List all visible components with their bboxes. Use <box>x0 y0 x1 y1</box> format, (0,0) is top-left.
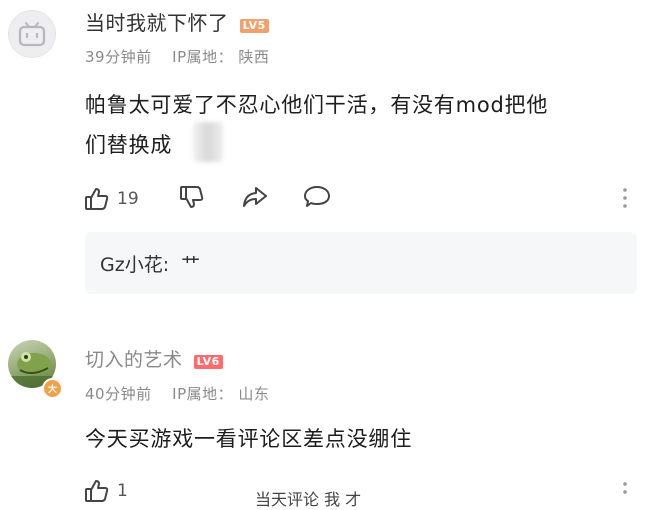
thumbs-up-icon <box>85 480 109 502</box>
comment-header: 切入的艺术 LV6 <box>85 345 223 372</box>
reply-text: 艹 <box>181 254 201 276</box>
reply-item: Gz小花: 艹 <box>100 250 200 277</box>
level-badge: LV5 <box>239 18 269 33</box>
like-count: 19 <box>117 189 139 209</box>
ip-location: 陕西 <box>238 48 270 66</box>
more-vertical-icon <box>623 188 627 208</box>
like-button[interactable]: 1 <box>84 478 128 504</box>
comment-line: 们替换成人 <box>85 125 548 165</box>
user-avatar[interactable] <box>8 10 56 58</box>
thumbs-up-icon <box>85 188 109 210</box>
comment-text: 们替换成 <box>85 133 173 157</box>
ip-label: IP属地： <box>172 385 234 403</box>
thumbs-down-icon <box>179 186 203 208</box>
dislike-button[interactable] <box>179 184 205 214</box>
comment-content: 帕鲁太可爱了不忍心他们干活，有没有mod把他 们替换成人 <box>85 85 548 165</box>
reply-button[interactable] <box>303 184 331 214</box>
comment-bubble-icon <box>303 186 330 207</box>
more-options-button[interactable] <box>620 186 630 214</box>
comment-line: 帕鲁太可爱了不忍心他们干活，有没有mod把他 <box>85 93 549 117</box>
avatar-badge: 大 <box>42 378 63 399</box>
comment-content: 今天买游戏一看评论区差点没绷住 <box>85 419 412 459</box>
username[interactable]: 当时我就下怀了 <box>85 11 229 35</box>
username[interactable]: 切入的艺术 <box>85 349 183 371</box>
comment-actions: 19 <box>84 184 331 214</box>
more-options-button[interactable] <box>620 480 630 500</box>
comment-actions: 1 <box>84 478 128 504</box>
ip-location: 山东 <box>238 385 270 403</box>
reply-author[interactable]: Gz小花: <box>100 254 169 276</box>
comment-meta: 39分钟前 IP属地： 陕西 <box>85 46 269 67</box>
bilibili-tv-default-avatar-icon <box>18 22 46 47</box>
share-button[interactable] <box>241 184 269 214</box>
cut-off-text: 当天评论 我 才 <box>255 490 362 509</box>
censored-blur <box>193 122 223 162</box>
share-icon <box>242 187 267 207</box>
comment-header: 当时我就下怀了 LV5 <box>85 7 269 36</box>
level-badge: LV6 <box>193 354 223 369</box>
comment-meta: 40分钟前 IP属地： 山东 <box>85 383 269 404</box>
like-count: 1 <box>117 481 128 501</box>
comment-line: 今天买游戏一看评论区差点没绷住 <box>85 427 412 451</box>
like-button[interactable]: 19 <box>84 186 139 212</box>
more-vertical-icon <box>623 482 627 494</box>
comment-time: 40分钟前 <box>85 385 152 403</box>
comment-time: 39分钟前 <box>85 48 152 66</box>
ip-label: IP属地： <box>172 48 234 66</box>
